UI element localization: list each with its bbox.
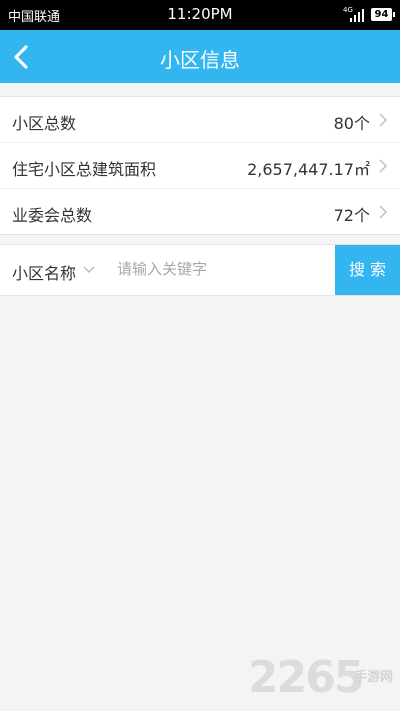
chevron-right-icon	[379, 113, 388, 127]
status-time: 11:20PM	[167, 5, 233, 23]
stat-row-total-area[interactable]: 住宅小区总建筑面积 2,657,447.17㎡	[0, 143, 400, 189]
watermark-number: 2265	[248, 652, 364, 703]
status-bar: 中国联通 11:20PM 4G 94	[0, 0, 400, 30]
page-title: 小区信息	[160, 48, 240, 72]
stat-row-committee-count[interactable]: 业委会总数 72个	[0, 189, 400, 234]
stat-label: 住宅小区总建筑面积	[12, 160, 157, 179]
signal-icon	[350, 8, 366, 22]
battery-icon: 94	[371, 8, 395, 21]
chevron-right-icon	[379, 205, 388, 219]
stat-label: 业委会总数	[12, 206, 93, 225]
search-button[interactable]: 搜 索	[335, 245, 400, 295]
stat-value: 2,657,447.17㎡	[247, 160, 370, 179]
stat-row-community-count[interactable]: 小区总数 80个	[0, 97, 400, 143]
stat-value: 80个	[333, 114, 370, 133]
stats-list: 小区总数 80个 住宅小区总建筑面积 2,657,447.17㎡ 业委会总数 7…	[0, 96, 400, 235]
stat-value: 72个	[333, 206, 370, 225]
header-bar: 小区信息	[0, 30, 400, 83]
stat-label: 小区总数	[12, 114, 77, 133]
watermark-text: 手游网	[354, 670, 394, 685]
chevron-down-icon[interactable]	[82, 265, 96, 275]
search-field-select[interactable]: 小区名称	[12, 260, 76, 284]
search-bar: 小区名称 搜 索	[0, 244, 400, 296]
watermark-logo: 2265 手游网	[248, 652, 396, 704]
search-input[interactable]	[117, 255, 327, 283]
chevron-right-icon	[379, 159, 388, 173]
